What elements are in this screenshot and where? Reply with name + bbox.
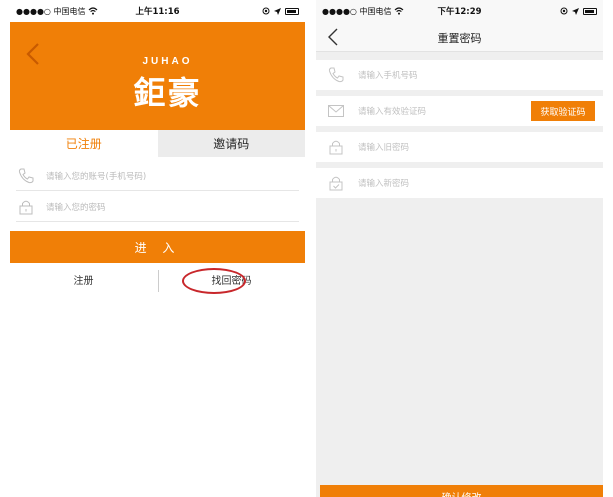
lock-icon	[316, 138, 356, 156]
login-button[interactable]: 进 入	[10, 231, 305, 263]
status-time: 上午11:16	[135, 7, 180, 17]
battery-icon	[285, 7, 299, 15]
phone-icon	[16, 166, 36, 186]
phone-number-input[interactable]: 请输入手机号码	[316, 60, 603, 90]
brand-latin: JUHAO	[142, 56, 193, 67]
phone-icon	[316, 66, 356, 84]
lock-check-icon	[316, 174, 356, 192]
separator-gap	[305, 0, 316, 497]
page-title: 重置密码	[437, 32, 482, 45]
battery-icon	[583, 7, 597, 15]
status-bar: ●●●●○ 中国电信 上午11:16	[10, 0, 305, 22]
old-password-input[interactable]: 请输入旧密码	[316, 132, 603, 162]
reset-password-screen: ●●●●○ 中国电信 下午12:29 重置密码 请输入手机号码 请输入有效验证码…	[316, 0, 603, 497]
lock-icon	[16, 197, 36, 217]
phone-placeholder: 请输入手机号码	[358, 71, 418, 81]
confirm-button[interactable]: 确认修改	[320, 485, 603, 497]
highlight-circle	[182, 268, 246, 294]
register-link[interactable]: 注册	[10, 272, 157, 287]
new-password-placeholder: 请输入新密码	[358, 179, 410, 189]
password-placeholder: 请输入您的密码	[46, 203, 106, 213]
navigation-bar: 重置密码	[316, 22, 603, 52]
brand-header: JUHAO 鉅豪	[10, 22, 305, 130]
status-bar: ●●●●○ 中国电信 下午12:29	[316, 0, 603, 22]
account-input[interactable]: 请输入您的账号(手机号码)	[16, 165, 296, 187]
new-password-input[interactable]: 请输入新密码	[316, 168, 603, 198]
code-placeholder: 请输入有效验证码	[358, 107, 427, 117]
login-tabs: 已注册 邀请码	[10, 130, 305, 157]
tab-invite-code[interactable]: 邀请码	[157, 130, 305, 157]
status-time: 下午12:29	[437, 7, 482, 17]
divider	[16, 221, 299, 222]
old-password-placeholder: 请输入旧密码	[358, 143, 410, 153]
account-placeholder: 请输入您的账号(手机号码)	[46, 172, 147, 182]
tab-registered[interactable]: 已注册	[10, 130, 158, 157]
divider	[16, 190, 299, 191]
verification-code-input[interactable]: 请输入有效验证码 获取验证码	[316, 96, 603, 126]
get-code-button[interactable]: 获取验证码	[531, 101, 595, 121]
mail-icon	[316, 104, 356, 118]
password-input[interactable]: 请输入您的密码	[16, 196, 296, 218]
login-screen: ●●●●○ 中国电信 上午11:16 JUHAO 鉅豪 已注册 邀请码 请输入您…	[10, 0, 305, 497]
brand-logo: 鉅豪	[133, 74, 202, 112]
bottom-links: 注册 找回密码	[10, 266, 305, 294]
